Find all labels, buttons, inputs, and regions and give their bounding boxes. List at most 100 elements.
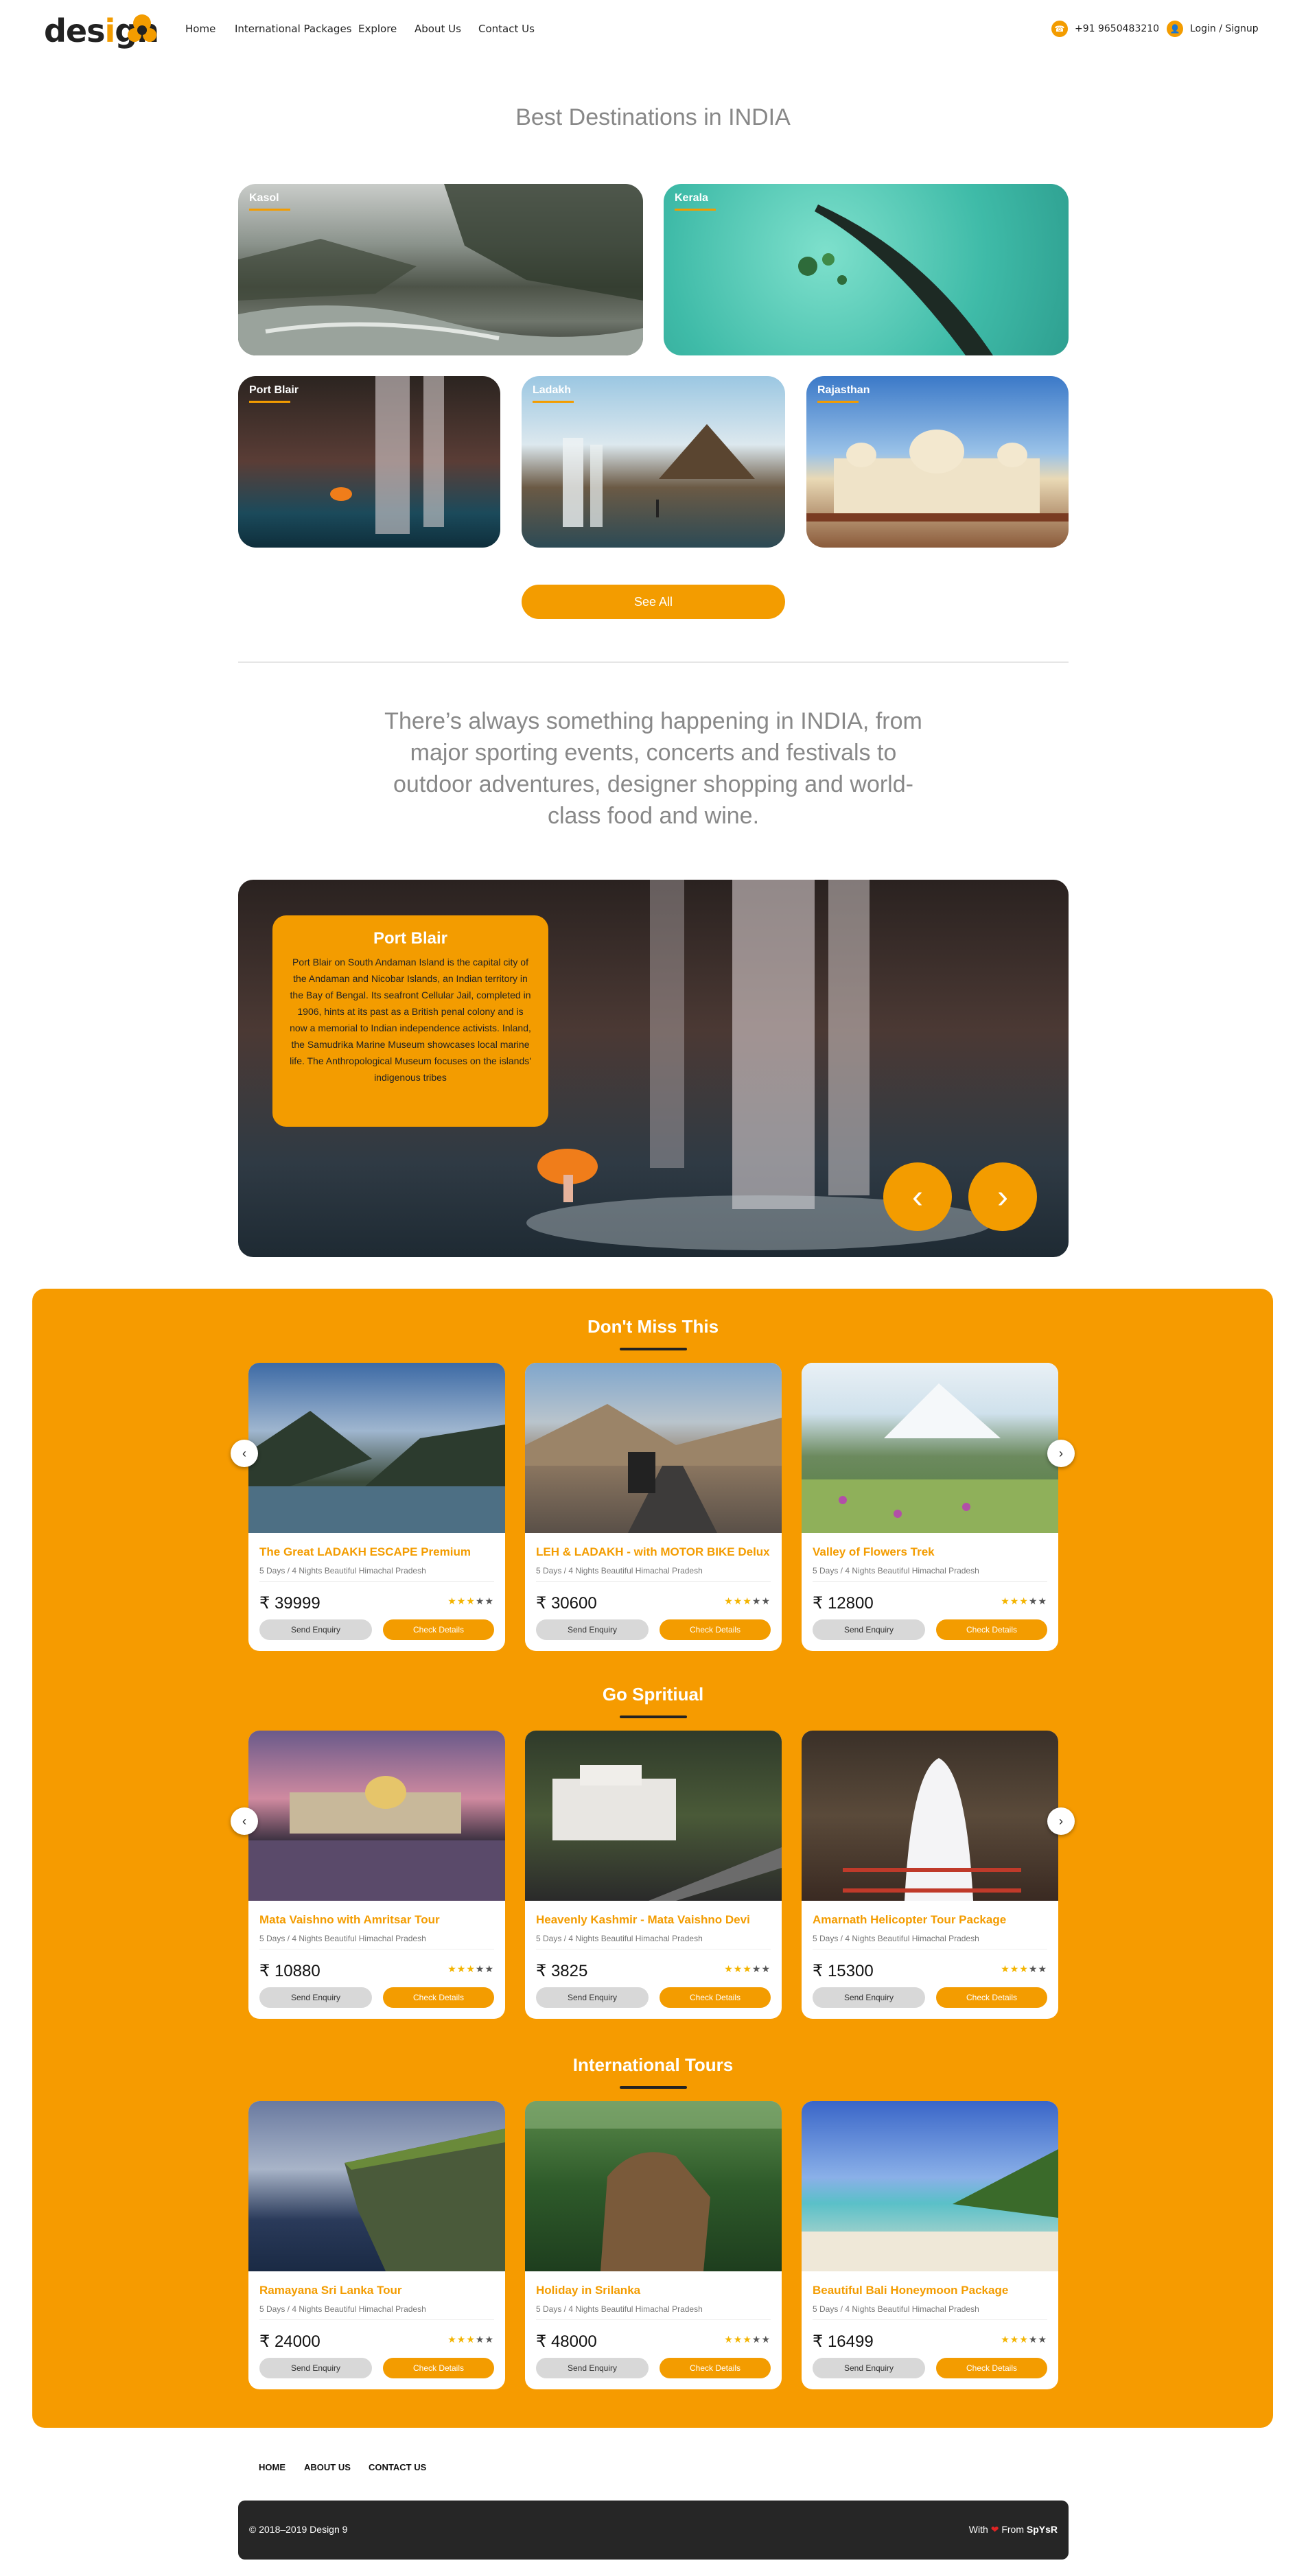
check-details-button[interactable]: Check Details	[660, 1619, 771, 1640]
package-image	[802, 1731, 1058, 1901]
destination-card-rajasthan[interactable]: Rajasthan	[806, 376, 1069, 548]
check-details-button[interactable]: Check Details	[660, 2358, 771, 2378]
package-card[interactable]: Amarnath Helicopter Tour Package 5 Days …	[802, 1731, 1058, 2019]
destinations-title: Best Destinations in INDIA	[515, 104, 791, 130]
check-details-button[interactable]: Check Details	[383, 1987, 494, 2008]
check-details-button[interactable]: Check Details	[936, 1987, 1047, 2008]
carousel-prev-button[interactable]: ‹	[231, 1440, 258, 1467]
intro-quote: There’s always something happening in IN…	[384, 708, 922, 829]
send-enquiry-button[interactable]: Send Enquiry	[813, 2358, 925, 2378]
card-divider	[259, 2319, 494, 2320]
nav-international-packages[interactable]: International Packages	[235, 23, 352, 35]
destination-label: Kasol	[249, 192, 279, 204]
package-duration: 5 Days / 4 Nights Beautiful Himachal Pra…	[536, 1934, 703, 1943]
rating-stars: ★★★★★	[1001, 2334, 1047, 2345]
card-divider	[813, 1581, 1047, 1582]
chevron-right-icon: ›	[1059, 1814, 1063, 1828]
package-card[interactable]: Mata Vaishno with Amritsar Tour 5 Days /…	[248, 1731, 505, 2019]
package-card[interactable]: Valley of Flowers Trek 5 Days / 4 Nights…	[802, 1363, 1058, 1651]
nav-home[interactable]: Home	[185, 23, 215, 35]
check-details-button[interactable]: Check Details	[383, 1619, 494, 1640]
package-price: ₹ 16499	[813, 2332, 874, 2351]
package-image	[525, 1363, 782, 1533]
package-price: ₹ 30600	[536, 1594, 597, 1613]
chevron-right-icon: ›	[1059, 1446, 1063, 1460]
check-details-button[interactable]: Check Details	[660, 1987, 771, 2008]
chevron-right-icon: ›	[997, 1178, 1008, 1215]
label-underline	[675, 209, 716, 211]
package-image	[802, 1363, 1058, 1533]
package-title: The Great LADAKH ESCAPE Premium	[259, 1545, 471, 1558]
chevron-left-icon: ‹	[242, 1446, 246, 1460]
check-details-button[interactable]: Check Details	[383, 2358, 494, 2378]
send-enquiry-button[interactable]: Send Enquiry	[813, 1619, 925, 1640]
send-enquiry-button[interactable]: Send Enquiry	[536, 1987, 649, 2008]
package-title: Mata Vaishno with Amritsar Tour	[259, 1913, 440, 1926]
nav-about-us[interactable]: About Us	[415, 23, 461, 35]
slide-info-card: Port Blair Port Blair on South Andaman I…	[272, 915, 548, 1127]
group-underline	[620, 1716, 687, 1718]
nav-contact-us[interactable]: Contact Us	[478, 23, 535, 35]
carousel-next-button[interactable]: ›	[1047, 1807, 1075, 1835]
send-enquiry-button[interactable]: Send Enquiry	[259, 1987, 372, 2008]
group-title: Don't Miss This	[587, 1316, 719, 1337]
package-price: ₹ 24000	[259, 2332, 320, 2351]
package-title: Ramayana Sri Lanka Tour	[259, 2284, 402, 2297]
slider-next-button[interactable]: ›	[968, 1162, 1037, 1231]
card-divider	[536, 2319, 771, 2320]
package-card[interactable]: Holiday in Srilanka 5 Days / 4 Nights Be…	[525, 2101, 782, 2389]
carousel-next-button[interactable]: ›	[1047, 1440, 1075, 1467]
label-underline	[817, 401, 859, 403]
package-title: LEH & LADAKH - with MOTOR BIKE Delux	[536, 1545, 770, 1558]
divider	[238, 661, 1069, 663]
rating-stars: ★★★★★	[447, 1964, 494, 1975]
nav-explore[interactable]: Explore	[358, 23, 397, 35]
package-duration: 5 Days / 4 Nights Beautiful Himachal Pra…	[259, 2304, 426, 2314]
phone-contact[interactable]: ☎ +91 9650483210	[1051, 21, 1159, 37]
rating-stars: ★★★★★	[1001, 1596, 1047, 1607]
destination-card-kerala[interactable]: Kerala	[664, 184, 1069, 355]
phone-number: +91 9650483210	[1075, 23, 1160, 34]
package-duration: 5 Days / 4 Nights Beautiful Himachal Pra…	[259, 1934, 426, 1943]
slide-title: Port Blair	[373, 929, 448, 948]
footer-link-about-us[interactable]: ABOUT US	[304, 2462, 351, 2472]
login-signup-link[interactable]: 👤 Login / Signup	[1167, 21, 1259, 37]
carousel-prev-button[interactable]: ‹	[231, 1807, 258, 1835]
send-enquiry-button[interactable]: Send Enquiry	[813, 1987, 925, 2008]
package-duration: 5 Days / 4 Nights Beautiful Himachal Pra…	[813, 1934, 979, 1943]
send-enquiry-button[interactable]: Send Enquiry	[259, 1619, 372, 1640]
destination-card-kasol[interactable]: Kasol	[238, 184, 643, 355]
slide-description: Port Blair on South Andaman Island is th…	[290, 957, 531, 1083]
send-enquiry-button[interactable]: Send Enquiry	[536, 1619, 649, 1640]
check-details-button[interactable]: Check Details	[936, 2358, 1047, 2378]
package-card[interactable]: Heavenly Kashmir - Mata Vaishno Devi 5 D…	[525, 1731, 782, 2019]
author-brand: SpYsR	[1026, 2524, 1058, 2535]
destination-card-ladakh[interactable]: Ladakh	[522, 376, 785, 548]
kasol-image	[238, 184, 643, 355]
package-card[interactable]: LEH & LADAKH - with MOTOR BIKE Delux 5 D…	[525, 1363, 782, 1651]
card-divider	[813, 2319, 1047, 2320]
send-enquiry-button[interactable]: Send Enquiry	[536, 2358, 649, 2378]
package-image	[525, 1731, 782, 1901]
package-price: ₹ 48000	[536, 2332, 597, 2351]
package-image	[248, 1731, 505, 1901]
send-enquiry-button[interactable]: Send Enquiry	[259, 2358, 372, 2378]
package-card[interactable]: The Great LADAKH ESCAPE Premium 5 Days /…	[248, 1363, 505, 1651]
logo-text-a: des	[44, 12, 106, 49]
logo-mark-icon	[128, 14, 156, 42]
see-all-button[interactable]: See All	[522, 585, 785, 619]
destination-card-port-blair[interactable]: Port Blair	[238, 376, 500, 548]
check-details-button[interactable]: Check Details	[936, 1619, 1047, 1640]
label-underline	[249, 401, 290, 403]
made-with: With ❤ From SpYsR	[969, 2524, 1058, 2536]
package-duration: 5 Days / 4 Nights Beautiful Himachal Pra…	[536, 1566, 703, 1576]
package-card[interactable]: Ramayana Sri Lanka Tour 5 Days / 4 Night…	[248, 2101, 505, 2389]
package-duration: 5 Days / 4 Nights Beautiful Himachal Pra…	[813, 2304, 979, 2314]
footer-link-contact-us[interactable]: CONTACT US	[369, 2462, 426, 2472]
package-duration: 5 Days / 4 Nights Beautiful Himachal Pra…	[259, 1566, 426, 1576]
slider-prev-button[interactable]: ‹	[883, 1162, 952, 1231]
kerala-image	[798, 204, 993, 355]
footer-link-home[interactable]: HOME	[259, 2462, 285, 2472]
heart-icon: ❤	[990, 2524, 999, 2535]
package-card[interactable]: Beautiful Bali Honeymoon Package 5 Days …	[802, 2101, 1058, 2389]
